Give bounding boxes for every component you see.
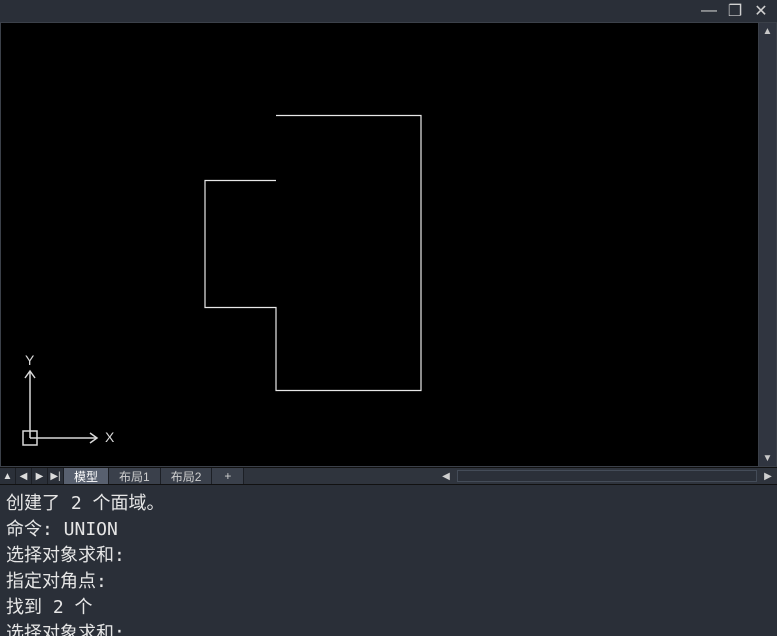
hscroll-left-button[interactable]: ◀ bbox=[437, 471, 455, 482]
tab-nav-last[interactable]: ▶| bbox=[48, 468, 64, 484]
tab-layout2[interactable]: 布局2 bbox=[161, 468, 213, 484]
ucs-x-label: X bbox=[105, 429, 115, 445]
model-viewport[interactable]: X Y bbox=[1, 23, 758, 466]
cad-application: — ❐ ✕ X Y ▲ ▼ bbox=[0, 0, 777, 636]
close-button[interactable]: ✕ bbox=[753, 3, 769, 19]
command-history[interactable]: 创建了 2 个面域。 命令: UNION 选择对象求和: 指定对角点: 找到 2… bbox=[0, 485, 777, 636]
drawing-area-container: X Y ▲ ▼ bbox=[0, 22, 777, 467]
layout-tab-bar: ▲ ◀ ▶ ▶| 模型 布局1 布局2 + ◀ ▶ bbox=[0, 467, 777, 485]
chevron-down-icon: ▼ bbox=[763, 453, 773, 464]
restore-button[interactable]: ❐ bbox=[727, 3, 743, 19]
command-line: 创建了 2 个面域。 bbox=[6, 491, 769, 517]
title-bar: — ❐ ✕ bbox=[0, 0, 777, 22]
horizontal-scrollbar[interactable]: ◀ ▶ bbox=[437, 468, 777, 484]
prev-icon: ◀ bbox=[20, 471, 28, 482]
plus-icon: + bbox=[224, 469, 231, 483]
vertical-scrollbar[interactable]: ▲ ▼ bbox=[758, 23, 776, 466]
chevron-up-icon: ▲ bbox=[763, 26, 773, 37]
tab-layout1[interactable]: 布局1 bbox=[109, 468, 161, 484]
tab-nav-prev[interactable]: ◀ bbox=[16, 468, 32, 484]
tab-model[interactable]: 模型 bbox=[64, 468, 109, 484]
minimize-icon: — bbox=[701, 2, 717, 20]
command-line: 命令: UNION bbox=[6, 517, 769, 543]
chevron-left-icon: ◀ bbox=[442, 471, 450, 482]
hscroll-track[interactable] bbox=[457, 470, 757, 482]
last-icon: ▶| bbox=[50, 471, 60, 482]
tab-add[interactable]: + bbox=[212, 468, 244, 484]
ucs-y-label: Y bbox=[25, 353, 35, 368]
tab-nav-next[interactable]: ▶ bbox=[32, 468, 48, 484]
tab-nav-first[interactable]: ▲ bbox=[0, 468, 16, 484]
scroll-down-button[interactable]: ▼ bbox=[759, 450, 776, 466]
command-line: 选择对象求和: bbox=[6, 543, 769, 569]
tab-label: 布局2 bbox=[171, 468, 202, 485]
vertical-scroll-track[interactable] bbox=[759, 39, 776, 450]
command-line: 选择对象求和: bbox=[6, 621, 769, 636]
restore-icon: ❐ bbox=[728, 1, 742, 21]
chevron-right-icon: ▶ bbox=[764, 471, 772, 482]
union-region-outline bbox=[205, 116, 421, 391]
first-icon: ▲ bbox=[3, 471, 13, 482]
tabbar-spacer bbox=[244, 468, 437, 484]
close-icon: ✕ bbox=[754, 1, 767, 21]
tab-label: 模型 bbox=[74, 468, 98, 485]
tab-label: 布局1 bbox=[119, 468, 150, 485]
command-line: 指定对角点: bbox=[6, 569, 769, 595]
command-line: 找到 2 个 bbox=[6, 595, 769, 621]
minimize-button[interactable]: — bbox=[701, 3, 717, 19]
next-icon: ▶ bbox=[36, 471, 44, 482]
hscroll-right-button[interactable]: ▶ bbox=[759, 471, 777, 482]
ucs-icon: X Y bbox=[15, 353, 115, 456]
scroll-up-button[interactable]: ▲ bbox=[759, 23, 776, 39]
